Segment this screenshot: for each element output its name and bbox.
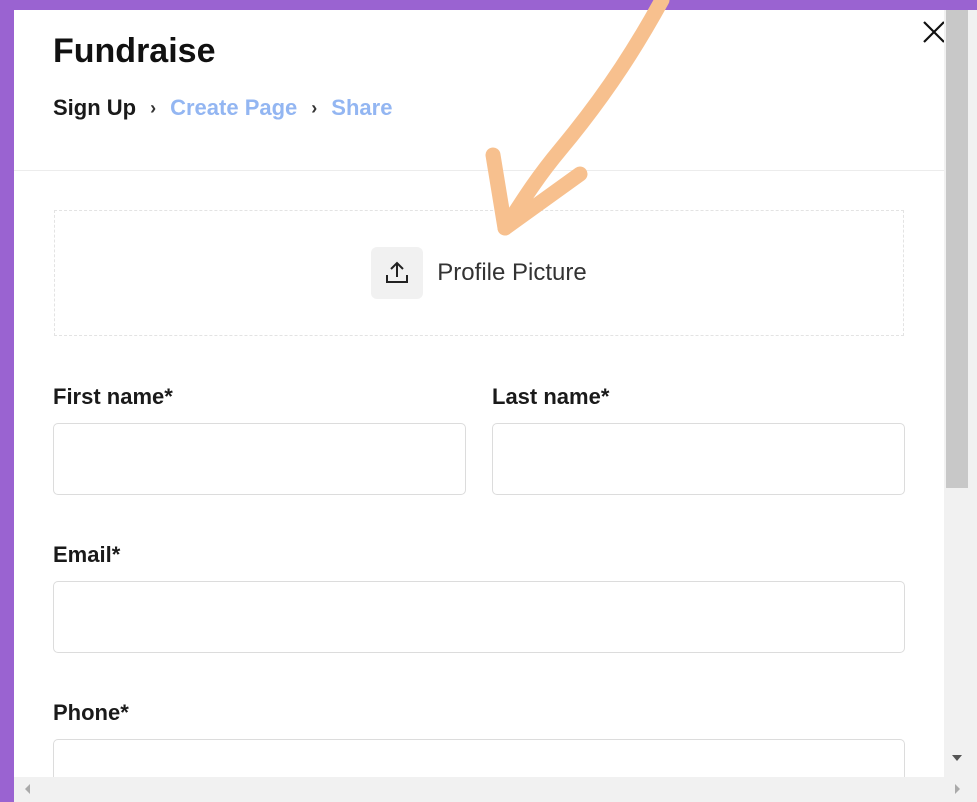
scroll-down-arrow-icon[interactable] bbox=[952, 755, 962, 761]
modal-title: Fundraise bbox=[53, 32, 216, 70]
breadcrumb-step-share[interactable]: Share bbox=[331, 95, 392, 121]
scroll-left-arrow-icon[interactable] bbox=[25, 784, 30, 794]
first-name-input[interactable] bbox=[53, 423, 466, 495]
profile-picture-upload[interactable]: Profile Picture bbox=[54, 210, 904, 336]
fundraise-modal: Fundraise Sign Up › Create Page › Share … bbox=[14, 10, 944, 777]
first-name-label: First name* bbox=[53, 384, 173, 409]
phone-input[interactable] bbox=[53, 739, 905, 777]
vertical-scrollbar-thumb[interactable] bbox=[946, 10, 968, 488]
email-label: Email* bbox=[53, 542, 121, 567]
close-icon[interactable] bbox=[920, 18, 944, 46]
horizontal-scrollbar[interactable] bbox=[14, 777, 977, 802]
phone-label: Phone* bbox=[53, 700, 129, 725]
breadcrumb-step-create-page[interactable]: Create Page bbox=[170, 95, 297, 121]
chevron-right-icon: › bbox=[150, 97, 157, 118]
chevron-right-icon: › bbox=[311, 97, 318, 118]
upload-label: Profile Picture bbox=[437, 259, 587, 286]
scroll-right-arrow-icon[interactable] bbox=[955, 784, 960, 794]
modal-header: Fundraise Sign Up › Create Page › Share bbox=[14, 10, 944, 171]
upload-icon bbox=[371, 247, 424, 299]
last-name-input[interactable] bbox=[492, 423, 905, 495]
vertical-scrollbar[interactable] bbox=[944, 10, 977, 777]
breadcrumb-step-sign-up[interactable]: Sign Up bbox=[53, 95, 136, 121]
email-input[interactable] bbox=[53, 581, 905, 653]
breadcrumb: Sign Up › Create Page › Share bbox=[53, 95, 392, 121]
last-name-label: Last name* bbox=[492, 384, 610, 409]
